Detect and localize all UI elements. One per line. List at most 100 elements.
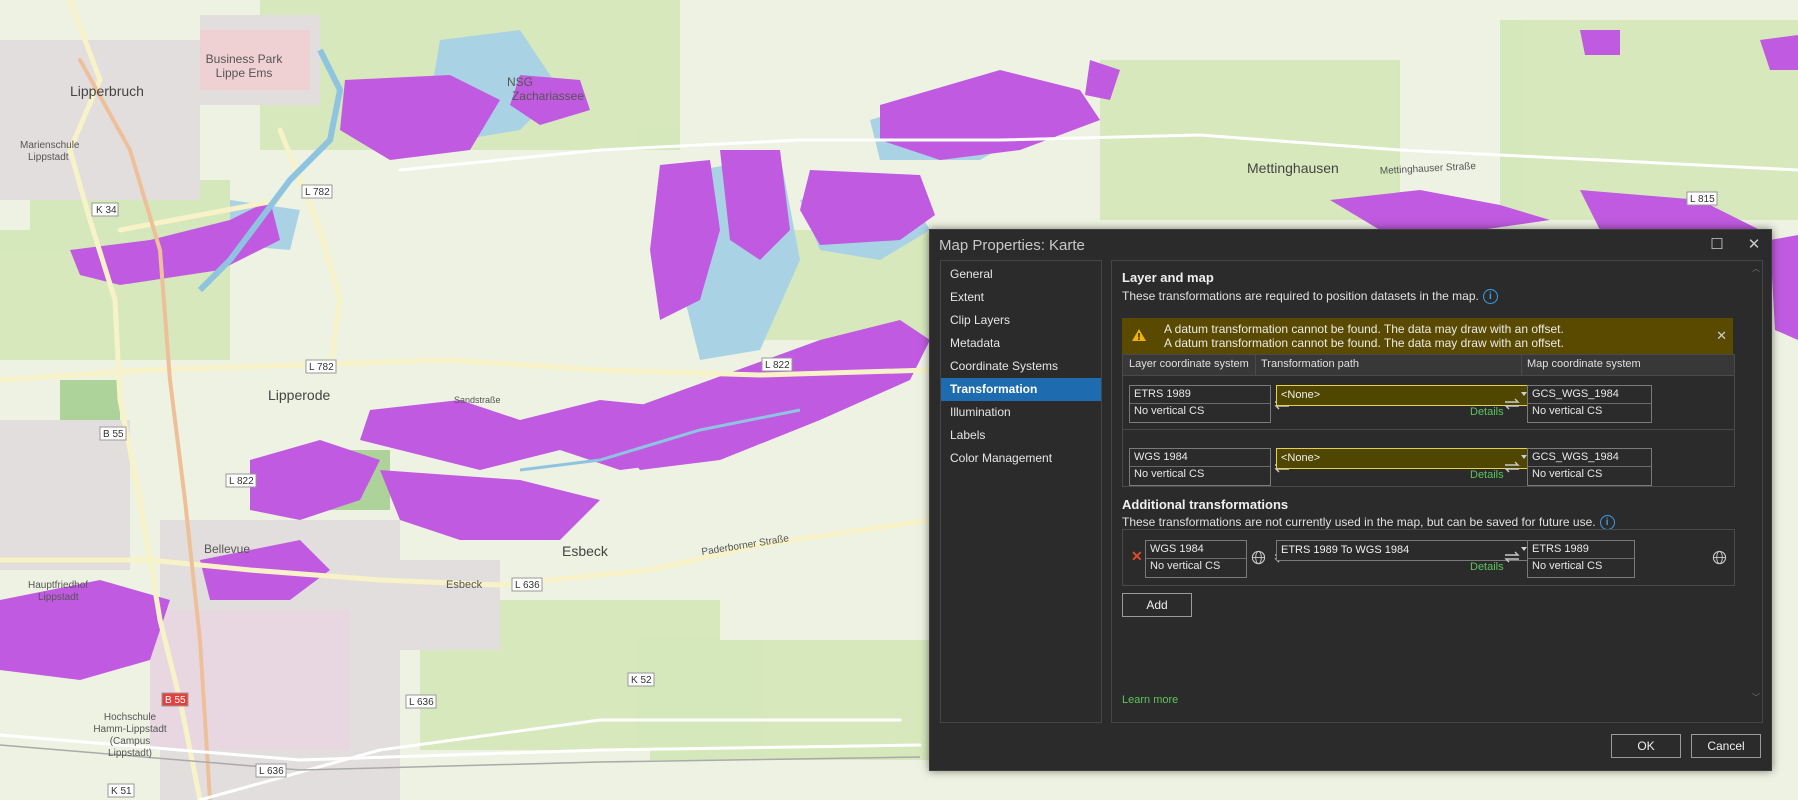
add-from-cs: WGS 1984 No vertical CS: [1145, 540, 1247, 578]
road-l636-1: L 636: [511, 577, 543, 592]
additional-description-text: These transformations are not currently …: [1122, 515, 1596, 529]
add-swap-right-icon[interactable]: [1503, 550, 1521, 564]
svg-text:L 815: L 815: [1690, 194, 1715, 205]
row2-map-cs-name: GCS_WGS_1984: [1532, 451, 1619, 463]
road-l822-2: L 822: [225, 473, 257, 488]
road-b55-1: B 55: [99, 426, 127, 441]
place-lipperode: Lipperode: [268, 387, 330, 403]
row2-path-dropdown[interactable]: <None>: [1276, 448, 1533, 469]
svg-text:L 782: L 782: [309, 362, 334, 373]
nav-item-clip-layers[interactable]: Clip Layers: [941, 309, 1101, 332]
place-bellevue: Bellevue: [204, 542, 250, 556]
additional-heading: Additional transformations: [1122, 497, 1289, 512]
info-icon[interactable]: i: [1482, 289, 1498, 305]
place-mettinghausen: Mettinghausen: [1247, 160, 1339, 176]
row2-swap-right-icon[interactable]: [1503, 460, 1521, 474]
road-k34: K 34: [91, 202, 119, 217]
nav-item-coordinate-systems[interactable]: Coordinate Systems: [941, 355, 1101, 378]
svg-text:K 51: K 51: [111, 786, 132, 797]
properties-nav: General Extent Clip Layers Metadata Coor…: [940, 260, 1102, 723]
road-l822-1: L 822: [761, 357, 793, 372]
place-esbeck-small: Esbeck: [446, 579, 483, 591]
svg-text:B 55: B 55: [165, 695, 186, 706]
svg-text:L 822: L 822: [765, 360, 790, 371]
row2-layer-vcs: No vertical CS: [1134, 468, 1205, 480]
nav-item-metadata[interactable]: Metadata: [941, 332, 1101, 355]
cancel-button[interactable]: Cancel: [1691, 734, 1761, 758]
warning-line-1: A datum transformation cannot be found. …: [1164, 322, 1564, 336]
svg-text:L 782: L 782: [305, 187, 330, 198]
nav-item-general[interactable]: General: [941, 263, 1101, 286]
col-layer-cs: Layer coordinate system: [1129, 358, 1249, 370]
transformation-table: Layer coordinate system Transformation p…: [1122, 354, 1735, 487]
row2-layer-cs: WGS 1984 No vertical CS: [1129, 448, 1271, 486]
road-l636-3: L 636: [255, 763, 287, 778]
remove-icon[interactable]: ✕: [1131, 548, 1143, 565]
map-properties-dialog: Map Properties: Karte ☐ ✕ General Extent…: [929, 229, 1772, 771]
layer-map-description: These transformations are required to po…: [1122, 289, 1498, 305]
row1-layer-cs: ETRS 1989 No vertical CS: [1129, 385, 1271, 423]
dialog-title: Map Properties: Karte: [939, 237, 1085, 254]
row2-details-link[interactable]: Details: [1470, 469, 1504, 481]
row1-layer-vcs: No vertical CS: [1134, 405, 1205, 417]
row1-layer-cs-name: ETRS 1989: [1134, 388, 1191, 400]
row2-map-vcs: No vertical CS: [1532, 468, 1603, 480]
layer-map-heading: Layer and map: [1122, 270, 1214, 285]
learn-more-link[interactable]: Learn more: [1122, 694, 1178, 706]
warning-banner: A datum transformation cannot be found. …: [1122, 318, 1733, 354]
warning-close-icon[interactable]: ✕: [1716, 328, 1727, 344]
add-from-vcs: No vertical CS: [1150, 560, 1221, 572]
warning-icon: [1132, 329, 1146, 341]
warning-line-2: A datum transformation cannot be found. …: [1164, 336, 1564, 350]
scroll-up-icon[interactable]: ︿: [1752, 263, 1760, 273]
nav-item-illumination[interactable]: Illumination: [941, 401, 1101, 424]
row1-path-dropdown[interactable]: <None>: [1276, 385, 1533, 406]
svg-text:L 822: L 822: [229, 476, 254, 487]
transformation-panel: ︿ ﹀ Layer and map These transformations …: [1111, 260, 1763, 723]
nav-item-extent[interactable]: Extent: [941, 286, 1101, 309]
row2-map-cs: GCS_WGS_1984 No vertical CS: [1527, 448, 1652, 486]
road-l782-1: L 782: [301, 184, 333, 199]
row2-layer-cs-name: WGS 1984: [1134, 451, 1188, 463]
svg-text:L 636: L 636: [515, 580, 540, 591]
dialog-titlebar[interactable]: Map Properties: Karte ☐ ✕: [930, 230, 1771, 260]
row1-details-link[interactable]: Details: [1470, 406, 1504, 418]
road-k51: K 51: [107, 783, 135, 798]
road-k52: K 52: [627, 672, 655, 687]
add-path-value: ETRS 1989 To WGS 1984: [1281, 544, 1410, 556]
row2-path-value: <None>: [1281, 452, 1321, 464]
maximize-icon[interactable]: ☐: [1706, 235, 1728, 255]
ok-button[interactable]: OK: [1611, 734, 1681, 758]
row1-map-cs-name: GCS_WGS_1984: [1532, 388, 1619, 400]
svg-text:K 52: K 52: [631, 675, 652, 686]
add-details-link[interactable]: Details: [1470, 561, 1504, 573]
globe-icon[interactable]: [1712, 550, 1727, 565]
add-to-cs: ETRS 1989 No vertical CS: [1527, 540, 1635, 578]
street-sandstrasse: Sandstraße: [454, 395, 501, 405]
scroll-down-icon[interactable]: ﹀: [1752, 692, 1760, 702]
add-button[interactable]: Add: [1122, 593, 1192, 617]
col-transformation-path: Transformation path: [1261, 358, 1360, 370]
svg-text:L 636: L 636: [409, 697, 434, 708]
add-to-cs-name: ETRS 1989: [1532, 543, 1589, 555]
place-lipperbruch: Lipperbruch: [70, 83, 144, 99]
road-b55-2: B 55: [161, 692, 189, 707]
close-icon[interactable]: ✕: [1743, 235, 1765, 255]
col-map-cs: Map coordinate system: [1527, 358, 1641, 370]
nav-item-transformation[interactable]: Transformation: [941, 378, 1101, 401]
road-l815: L 815: [1686, 191, 1718, 206]
row1-map-cs: GCS_WGS_1984 No vertical CS: [1527, 385, 1652, 423]
place-business-park: Business Park Lippe Ems: [206, 52, 284, 80]
svg-text:K 34: K 34: [96, 205, 117, 216]
globe-icon[interactable]: [1251, 550, 1266, 565]
layer-map-description-text: These transformations are required to po…: [1122, 289, 1479, 303]
nav-item-labels[interactable]: Labels: [941, 424, 1101, 447]
row1-swap-right-icon[interactable]: [1503, 397, 1521, 411]
place-esbeck: Esbeck: [562, 543, 609, 559]
add-path-dropdown[interactable]: ETRS 1989 To WGS 1984: [1276, 540, 1533, 561]
row1-map-vcs: No vertical CS: [1532, 405, 1603, 417]
svg-text:B 55: B 55: [103, 429, 124, 440]
row1-path-value: <None>: [1281, 389, 1321, 401]
road-l636-2: L 636: [405, 694, 437, 709]
nav-item-color-management[interactable]: Color Management: [941, 447, 1101, 470]
